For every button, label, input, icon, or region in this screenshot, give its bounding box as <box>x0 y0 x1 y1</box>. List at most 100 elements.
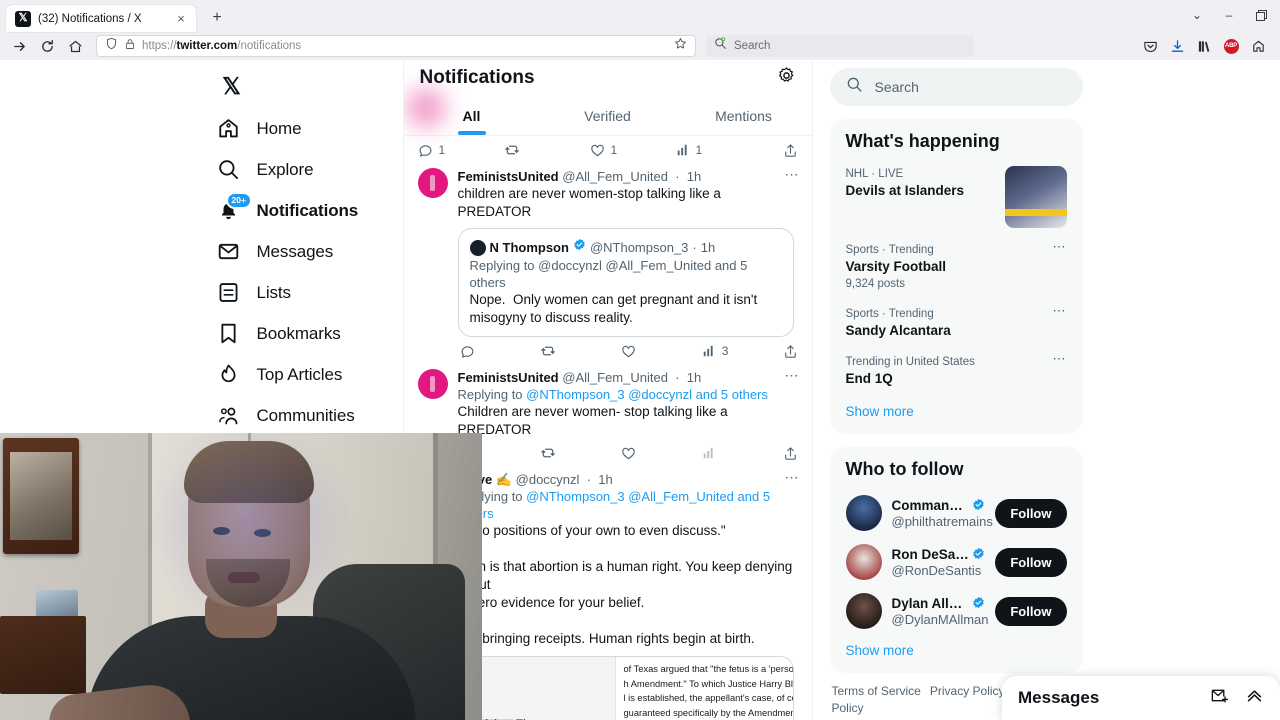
forward-icon[interactable] <box>6 34 32 58</box>
notification-item[interactable]: ⋯ FeministsUnited @All_Fem_United · 1h c… <box>404 164 812 337</box>
more-options-icon[interactable]: ⋯ <box>1053 352 1067 365</box>
avatar[interactable] <box>417 168 448 198</box>
trend-item[interactable]: NHL · LIVE Devils at Islanders <box>830 161 1083 237</box>
replying-mentions[interactable]: @NThompson_3 @doccynzl <box>526 387 692 402</box>
gear-icon[interactable] <box>777 66 796 90</box>
chevron-up-icon[interactable] <box>1245 686 1264 710</box>
views-action[interactable] <box>702 446 783 460</box>
sidebar-item-top-articles[interactable]: Top Articles <box>208 354 403 395</box>
sidebar-item-notifications[interactable]: 20+ Notifications <box>208 190 403 231</box>
browser-chrome: 𝕏 (32) Notifications / X × + ⌄ – https:/… <box>0 0 1280 60</box>
search-icon <box>714 37 727 55</box>
more-options-icon[interactable]: ⋯ <box>1053 240 1067 253</box>
follow-button[interactable]: Follow <box>995 596 1067 626</box>
x-logo[interactable]: 𝕏 <box>210 64 254 108</box>
sidebar-item-messages[interactable]: Messages <box>208 231 403 272</box>
close-icon[interactable]: × <box>173 11 189 27</box>
star-icon[interactable] <box>674 37 687 55</box>
url-bar[interactable]: https://twitter.com/notifications <box>96 35 696 57</box>
library-icon[interactable] <box>1192 34 1216 58</box>
retweet-action[interactable] <box>504 142 590 158</box>
show-more-follows-link[interactable]: Show more <box>830 636 1083 669</box>
trend-item[interactable]: Sports · Trending Sandy Alcantara ⋯ <box>830 301 1083 349</box>
trend-category: Trending in United States <box>845 356 975 368</box>
shield-icon[interactable] <box>105 37 118 55</box>
more-options-icon[interactable]: ⋯ <box>1053 304 1067 317</box>
flame-icon <box>217 363 241 387</box>
chevron-down-icon[interactable]: ⌄ <box>1182 2 1212 28</box>
tab-mentions[interactable]: Mentions <box>676 96 812 135</box>
new-tab-button[interactable]: + <box>204 5 230 31</box>
sidebar-item-lists[interactable]: Lists <box>208 272 403 313</box>
trend-item[interactable]: Sports · Trending Varsity Football 9,324… <box>830 237 1083 301</box>
pocket-icon[interactable] <box>1138 34 1162 58</box>
author-name[interactable]: FeministsUnited <box>458 169 559 184</box>
adblock-icon[interactable]: ABP <box>1219 34 1243 58</box>
tab-verified[interactable]: Verified <box>540 96 676 135</box>
whats-happening-title: What's happening <box>845 131 1000 151</box>
follow-suggestion[interactable]: Commander Phil La… @philthatremains Foll… <box>830 489 1083 538</box>
footer-link-terms[interactable]: Terms of Service <box>832 684 921 698</box>
author-name[interactable]: FeministsUnited <box>458 370 559 385</box>
browser-search-placeholder: Search <box>734 40 771 52</box>
show-more-trends-link[interactable]: Show more <box>830 397 1083 430</box>
avatar[interactable] <box>845 544 882 580</box>
reply-action[interactable]: 1 <box>418 143 504 158</box>
notification-item[interactable]: ⋯ FeministsUnited @All_Fem_United · 1h R… <box>404 365 812 439</box>
home-icon[interactable] <box>62 34 88 58</box>
browser-search-bar[interactable]: Search <box>706 35 974 57</box>
more-options-icon[interactable]: ⋯ <box>785 368 800 382</box>
replying-prefix: Replying to <box>457 387 527 402</box>
replying-suffix[interactable]: and 5 others <box>692 387 768 402</box>
trend-name: Varsity Football <box>845 259 947 274</box>
messages-dock[interactable]: Messages <box>1002 676 1280 720</box>
restore-icon[interactable] <box>1246 2 1276 28</box>
follow-suggestion[interactable]: Ron DeSantis @RonDeSantis Follow <box>830 538 1083 587</box>
follow-button[interactable]: Follow <box>995 498 1067 528</box>
like-action[interactable] <box>621 446 702 461</box>
share-icon[interactable] <box>783 446 798 461</box>
views-action[interactable]: 3 <box>702 344 783 358</box>
like-action[interactable] <box>621 344 702 359</box>
sidebar-item-communities[interactable]: Communities <box>208 395 403 436</box>
avatar[interactable] <box>845 593 882 629</box>
more-options-icon[interactable]: ⋯ <box>785 167 800 181</box>
quoted-tweet[interactable]: N Thompson @NThompson_3 · 1h Replying to… <box>457 228 794 337</box>
trend-item[interactable]: Trending in United States End 1Q ⋯ <box>830 349 1083 397</box>
page-title: Notifications <box>419 67 535 88</box>
avatar[interactable] <box>417 369 448 399</box>
suggestion-name: Dylan Allman <box>891 596 970 611</box>
footer-link-privacy[interactable]: Privacy Policy <box>930 684 1005 698</box>
sidebar-item-bookmarks[interactable]: Bookmarks <box>208 313 403 354</box>
share-icon[interactable] <box>783 143 798 158</box>
views-action[interactable]: 1 <box>676 143 762 157</box>
tab-all[interactable]: All <box>404 96 540 135</box>
sidebar-item-explore[interactable]: Explore <box>208 149 403 190</box>
follow-suggestion[interactable]: Dylan Allman @DylanMAllman Follow <box>830 587 1083 636</box>
follow-button[interactable]: Follow <box>995 547 1067 577</box>
reply-action[interactable] <box>460 344 541 359</box>
hockey-thumbnail[interactable] <box>1004 166 1067 228</box>
share-icon[interactable] <box>783 344 798 359</box>
search-input[interactable]: Search <box>829 68 1083 106</box>
tweet-image[interactable]: al in dignity and rights. They a another… <box>457 656 794 720</box>
reload-icon[interactable] <box>34 34 60 58</box>
like-action[interactable]: 1 <box>590 143 676 158</box>
x-logo-favicon: 𝕏 <box>15 10 31 27</box>
verified-badge-icon <box>972 547 985 563</box>
replying-mentions[interactable]: @NThompson_3 @All_Fem_United <box>526 489 734 504</box>
avatar[interactable] <box>845 495 882 531</box>
window-controls: ⌄ – <box>1182 2 1276 28</box>
more-options-icon[interactable]: ⋯ <box>785 470 800 484</box>
browser-tab[interactable]: 𝕏 (32) Notifications / X × <box>6 5 196 32</box>
downloads-icon[interactable] <box>1165 34 1189 58</box>
extensions-icon[interactable] <box>1246 34 1270 58</box>
sidebar-item-home[interactable]: Home <box>208 108 403 149</box>
author-name: N Thompson <box>489 240 569 255</box>
minimize-icon[interactable]: – <box>1214 2 1244 28</box>
webcam-dresser <box>0 616 86 694</box>
sidebar-item-label: Home <box>256 118 302 138</box>
new-message-icon[interactable] <box>1210 686 1229 710</box>
retweet-action[interactable] <box>540 343 621 359</box>
retweet-action[interactable] <box>540 445 621 461</box>
